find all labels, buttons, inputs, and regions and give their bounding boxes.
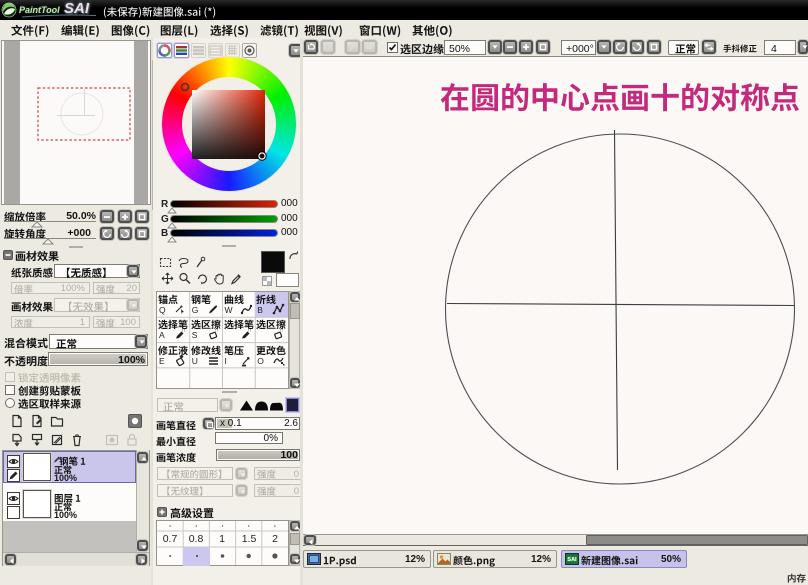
svg-text:SAI: SAI (567, 557, 577, 563)
